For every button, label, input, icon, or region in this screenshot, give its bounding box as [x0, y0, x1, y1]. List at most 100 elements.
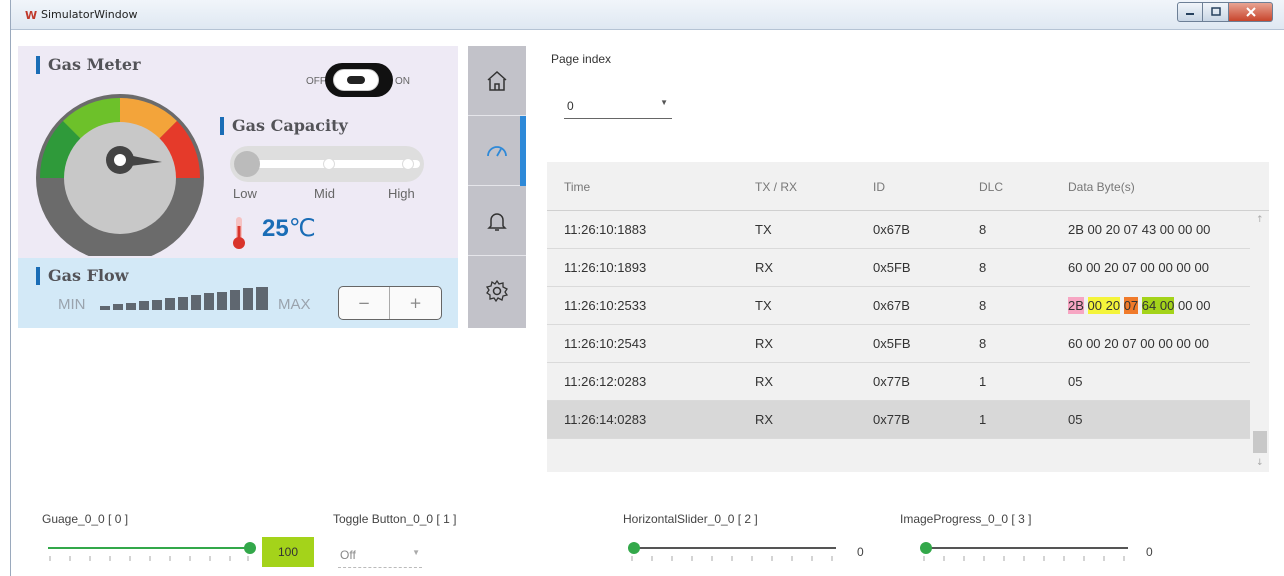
gauge-control-value[interactable]: 100 [262, 537, 314, 567]
cell-txrx: RX [755, 412, 774, 427]
progress-control-label: ImageProgress_0_0 [ 3 ] [900, 512, 1032, 526]
col-txrx-header: TX / RX [755, 180, 798, 194]
gear-icon [485, 279, 509, 303]
capacity-slider[interactable] [230, 146, 424, 182]
toggle-off-label: OFF [306, 76, 326, 87]
progress-control-thumb[interactable] [920, 542, 932, 554]
scroll-thumb[interactable] [1253, 431, 1267, 453]
temperature-value: 25 [262, 215, 289, 242]
close-icon [1245, 7, 1256, 17]
hslider-control-thumb[interactable] [628, 542, 640, 554]
gas-flow-title: Gas Flow [36, 267, 129, 285]
table-row[interactable]: 11:26:10:1883 TX 0x67B 8 2B 00 20 07 43 … [547, 211, 1250, 249]
hslider-control-track[interactable] [630, 547, 836, 549]
bell-icon [487, 212, 507, 231]
gauge-control-thumb[interactable] [244, 542, 256, 554]
cell-dlc: 8 [979, 222, 987, 237]
page-index-dropdown[interactable]: 0 ▼ [564, 95, 672, 119]
toggle-control-select[interactable]: Off ▼ [338, 540, 422, 568]
cell-time: 11:26:10:2533 [564, 298, 647, 313]
scroll-down-icon[interactable]: ↓ [1256, 458, 1264, 468]
flow-increase-button[interactable]: + [390, 287, 441, 319]
cell-time: 11:26:14:0283 [564, 412, 647, 427]
flow-max-label: MAX [278, 296, 311, 313]
gas-gauge [36, 94, 204, 256]
cell-id: 0x67B [873, 222, 910, 237]
table-row[interactable]: 11:26:12:0283 RX 0x77B 1 05 [547, 363, 1250, 401]
capacity-low-label: Low [233, 186, 257, 201]
cell-data-highlighted: 2B 00 20 07 64 00 00 00 [1068, 297, 1211, 314]
cell-dlc: 8 [979, 336, 987, 351]
maximize-icon [1210, 7, 1221, 16]
gauge-icon [487, 145, 507, 156]
table-scrollbar[interactable]: ↑ ↓ [1251, 211, 1269, 472]
progress-control-track[interactable] [922, 547, 1128, 549]
cell-txrx: RX [755, 260, 774, 275]
thermometer-icon [233, 217, 245, 249]
gauge-control-ticks [49, 556, 249, 561]
data-byte-group: 64 00 [1141, 297, 1175, 314]
window-title: SimulatorWindow [41, 8, 138, 21]
cell-time: 11:26:10:1883 [564, 222, 647, 237]
cell-data: 60 00 20 07 00 00 00 00 [1068, 260, 1209, 275]
app-logo-icon: W [25, 9, 37, 22]
col-time-header: Time [564, 180, 591, 194]
toggle-on-label: ON [395, 76, 410, 87]
gas-capacity-title: Gas Capacity [220, 117, 348, 135]
hslider-control-ticks [631, 556, 833, 561]
nav-settings[interactable] [468, 256, 526, 326]
side-nav [468, 46, 526, 328]
cell-txrx: TX [755, 298, 772, 313]
cell-txrx: RX [755, 336, 774, 351]
capacity-thumb[interactable] [234, 151, 260, 177]
progress-control-ticks [923, 556, 1125, 561]
capacity-mark-high [402, 158, 414, 170]
nav-alarm[interactable] [468, 186, 526, 256]
chevron-down-icon: ▼ [660, 98, 668, 107]
cell-dlc: 8 [979, 298, 987, 313]
flow-decrease-button[interactable]: − [339, 287, 391, 319]
close-button[interactable] [1229, 2, 1273, 22]
toggle-knob [333, 69, 379, 91]
message-table: Time TX / RX ID DLC Data Byte(s) 11:26:1… [547, 162, 1269, 472]
data-byte-group: 07 [1123, 297, 1139, 314]
cell-dlc: 1 [979, 412, 987, 427]
gauge-control-track[interactable] [48, 547, 250, 549]
cell-id: 0x5FB [873, 336, 911, 351]
table-row[interactable]: 11:26:10:1893 RX 0x5FB 8 60 00 20 07 00 … [547, 249, 1250, 287]
col-data-header: Data Byte(s) [1068, 180, 1135, 194]
table-row-selected[interactable]: 11:26:14:0283 RX 0x77B 1 05 [547, 401, 1250, 439]
scroll-up-icon[interactable]: ↑ [1256, 215, 1264, 225]
cell-data: 05 [1068, 374, 1083, 389]
capacity-high-label: High [388, 186, 415, 201]
table-header: Time TX / RX ID DLC Data Byte(s) [547, 162, 1269, 211]
temperature-readout: 25℃ [262, 214, 316, 243]
page-index-value: 0 [567, 99, 574, 113]
table-row[interactable]: 11:26:10:2533 TX 0x67B 8 2B 00 20 07 64 … [547, 287, 1250, 325]
chevron-down-icon: ▼ [412, 548, 420, 557]
minimize-button[interactable] [1177, 2, 1203, 22]
col-dlc-header: DLC [979, 180, 1004, 194]
gauge-hub-center [114, 154, 126, 166]
cell-data: 60 00 20 07 00 00 00 00 [1068, 336, 1209, 351]
gauge-face [64, 122, 176, 234]
cell-id: 0x77B [873, 412, 910, 427]
minimize-icon [1186, 13, 1194, 15]
nav-gauge[interactable] [468, 116, 526, 186]
title-bar[interactable]: W SimulatorWindow [11, 0, 1284, 30]
cell-data: 05 [1068, 412, 1083, 427]
window-controls [1177, 2, 1273, 22]
maximize-button[interactable] [1203, 2, 1229, 22]
cell-time: 11:26:10:2543 [564, 336, 647, 351]
nav-home[interactable] [468, 46, 526, 116]
data-byte-group: 00 20 [1087, 297, 1121, 314]
cell-dlc: 1 [979, 374, 987, 389]
table-row[interactable]: 11:26:10:2543 RX 0x5FB 8 60 00 20 07 00 … [547, 325, 1250, 363]
data-byte-group: 2B [1068, 297, 1084, 314]
home-icon [487, 70, 507, 91]
cell-time: 11:26:12:0283 [564, 374, 647, 389]
data-byte-group: 00 00 [1177, 298, 1211, 313]
power-toggle[interactable] [325, 63, 393, 97]
cell-txrx: RX [755, 374, 774, 389]
hslider-control-label: HorizontalSlider_0_0 [ 2 ] [623, 512, 758, 526]
